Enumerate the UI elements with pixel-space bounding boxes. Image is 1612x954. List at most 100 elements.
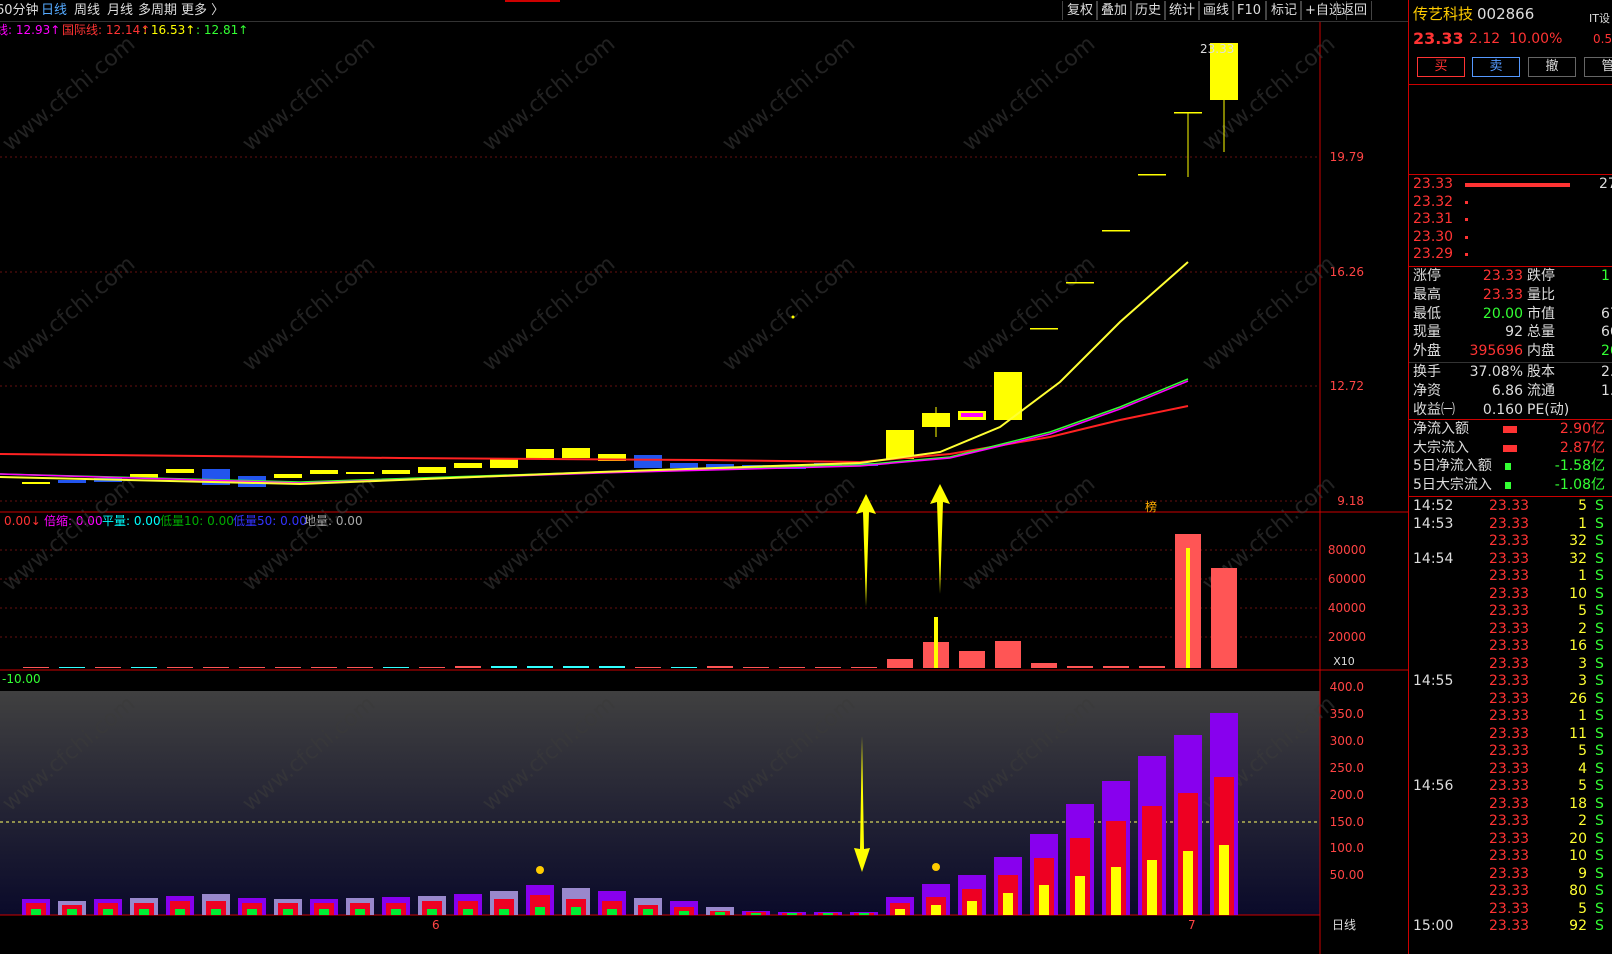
volume-unit-label: X10 bbox=[1333, 655, 1355, 668]
stat-value-right: 1 bbox=[1601, 268, 1610, 284]
volume-bar bbox=[743, 667, 769, 668]
tick-price: 23.33 bbox=[1489, 655, 1530, 672]
toolbar-button-6[interactable]: 标记 bbox=[1266, 1, 1303, 20]
flow-label: 5日大宗流入 bbox=[1413, 476, 1492, 493]
tick-price: 23.33 bbox=[1489, 778, 1530, 794]
toolbar-button-0[interactable]: 复权 bbox=[1062, 1, 1099, 20]
period-tab-1[interactable]: 日线 bbox=[41, 3, 67, 19]
indicator-bar-yellow bbox=[427, 909, 437, 915]
x-tick-label: 6 bbox=[432, 918, 440, 932]
watermark-text: www.cfchi.com bbox=[958, 471, 1100, 596]
tick-price: 23.33 bbox=[1489, 865, 1530, 882]
period-tab-0[interactable]: 60分钟 bbox=[0, 3, 39, 19]
indicator-bar-yellow bbox=[319, 909, 329, 915]
indicator-bar-yellow bbox=[391, 909, 401, 915]
trade-button-2[interactable]: 撤 bbox=[1528, 57, 1576, 77]
price-tick-label: 19.79 bbox=[1330, 150, 1364, 164]
candle-body bbox=[526, 449, 554, 458]
toolbar-button-5[interactable]: F10 bbox=[1232, 1, 1267, 20]
indicator-bar-yellow bbox=[1039, 885, 1049, 915]
flow-bar bbox=[1505, 463, 1511, 470]
period-tab-2[interactable]: 周线 bbox=[74, 3, 100, 19]
orderbook-bar bbox=[1465, 218, 1468, 222]
volume-bar bbox=[779, 667, 805, 668]
candle-body bbox=[382, 470, 410, 474]
volume-bar bbox=[311, 667, 337, 668]
indicator-bar-yellow bbox=[1075, 876, 1085, 915]
flow-label: 大宗流入 bbox=[1413, 439, 1469, 456]
period-tab-5[interactable]: 更多 〉 bbox=[181, 3, 224, 19]
tick-price: 23.33 bbox=[1489, 638, 1530, 654]
stat-value: 23.33 bbox=[1482, 286, 1523, 303]
tick-volume: 20 bbox=[1569, 830, 1587, 847]
divider bbox=[1409, 419, 1612, 420]
toolbar-button-3[interactable]: 统计 bbox=[1164, 1, 1201, 20]
tick-side: S bbox=[1595, 533, 1604, 549]
candle-body bbox=[1030, 328, 1058, 330]
trade-button-1[interactable]: 卖 bbox=[1472, 57, 1520, 77]
orderbook-price: 23.33 bbox=[1413, 176, 1454, 192]
tick-volume: 2 bbox=[1578, 813, 1587, 829]
toolbar-button-1[interactable]: 叠加 bbox=[1096, 1, 1133, 20]
stat-value-right: 268 bbox=[1601, 343, 1612, 360]
watermark-text: www.cfchi.com bbox=[238, 31, 380, 156]
toolbar-button-2[interactable]: 历史 bbox=[1130, 1, 1167, 20]
tick-price: 23.33 bbox=[1489, 795, 1530, 812]
price-change-pct: 10.00% bbox=[1509, 31, 1563, 47]
candle-body bbox=[454, 463, 482, 468]
divider bbox=[1409, 174, 1612, 175]
kline-chart-area[interactable]: 19.79 16.26 12.72 9.18 80000 60000 40000 20000 X… bbox=[0, 22, 1408, 954]
tick-price: 23.33 bbox=[1489, 760, 1530, 777]
stat-label-right: PE(动) bbox=[1527, 401, 1570, 418]
orderbook-price: 23.29 bbox=[1413, 246, 1454, 263]
trade-button-3[interactable]: 管 bbox=[1584, 57, 1612, 77]
candle-body bbox=[634, 455, 662, 468]
flow-label: 5日净流入额 bbox=[1413, 458, 1492, 474]
period-tab-3[interactable]: 月线 bbox=[107, 3, 133, 19]
last-price: 23.33 bbox=[1413, 29, 1464, 48]
tick-side: S bbox=[1595, 620, 1604, 637]
stat-value: 395696 bbox=[1469, 343, 1523, 360]
watermark-text: www.cfchi.com bbox=[958, 251, 1100, 376]
volume-bar bbox=[887, 659, 913, 668]
indicator-bar-yellow bbox=[1003, 893, 1013, 915]
volume-tick-label: 60000 bbox=[1328, 572, 1366, 586]
indicator-tick-label: 300.0 bbox=[1330, 734, 1364, 748]
toolbar-button-8[interactable]: 返回 bbox=[1336, 1, 1373, 20]
candle-body bbox=[562, 448, 590, 458]
tick-volume: 1 bbox=[1578, 568, 1587, 584]
watermark-text: www.cfchi.com bbox=[238, 251, 380, 376]
tick-price: 23.33 bbox=[1489, 550, 1530, 567]
tick-side: S bbox=[1595, 848, 1604, 864]
price-tick-label: 12.72 bbox=[1330, 379, 1364, 393]
indicator-legend: -10.00 bbox=[2, 672, 41, 686]
tick-volume: 32 bbox=[1569, 550, 1587, 567]
stat-label-right: 跌停 bbox=[1527, 268, 1555, 284]
indicator-bar-yellow bbox=[859, 913, 869, 915]
tick-side: S bbox=[1595, 830, 1604, 847]
tick-volume: 32 bbox=[1569, 533, 1587, 549]
volume-bar bbox=[563, 666, 589, 668]
indicator-tick-label: 250.0 bbox=[1330, 761, 1364, 775]
tick-price: 23.33 bbox=[1489, 673, 1530, 689]
tick-side: S bbox=[1595, 585, 1604, 602]
tick-side: S bbox=[1595, 725, 1604, 742]
tick-side: S bbox=[1595, 900, 1604, 917]
tick-price: 23.33 bbox=[1489, 708, 1530, 724]
indicator-bar-yellow bbox=[139, 909, 149, 915]
kline-chart-svg[interactable]: 19.7916.2612.729.1880000600004000020000X… bbox=[0, 22, 1408, 954]
industry-tag[interactable]: IT设 bbox=[1589, 10, 1610, 27]
tick-time: 14:56 bbox=[1413, 778, 1454, 794]
divider bbox=[1409, 496, 1612, 497]
tick-volume: 16 bbox=[1569, 638, 1587, 654]
tick-price: 23.33 bbox=[1489, 603, 1530, 619]
indicator-dot bbox=[536, 866, 544, 874]
trade-button-0[interactable]: 买 bbox=[1417, 57, 1465, 77]
candle-body bbox=[166, 469, 194, 473]
tick-volume: 5 bbox=[1578, 498, 1587, 514]
tick-price: 23.33 bbox=[1489, 620, 1530, 637]
period-tab-4[interactable]: 多周期 bbox=[138, 3, 177, 19]
tick-price: 23.33 bbox=[1489, 585, 1530, 602]
toolbar-button-4[interactable]: 画线 bbox=[1198, 1, 1235, 20]
tick-side: S bbox=[1595, 638, 1604, 654]
